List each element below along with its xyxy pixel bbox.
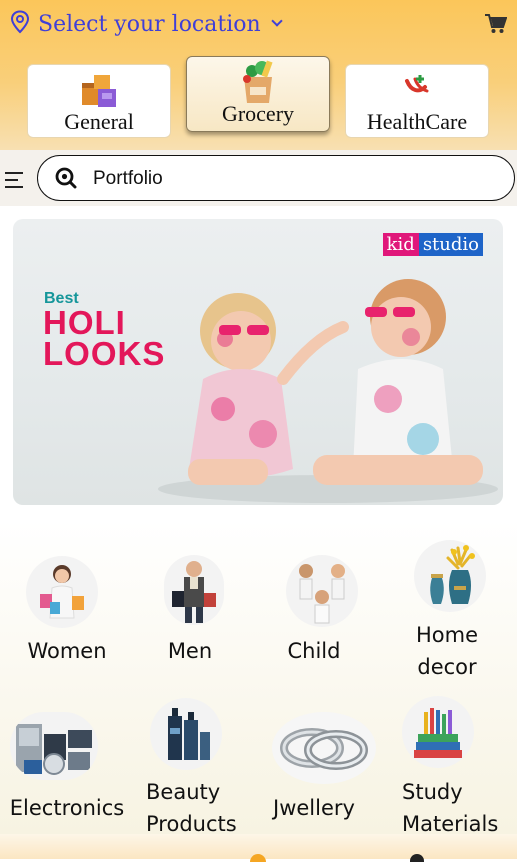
beauty-products-icon [150,698,222,770]
chevron-down-icon [271,15,283,27]
women-shopping-icon [26,556,98,628]
banner-children-illustration [158,279,498,503]
category-home-decor-label: Home decor [415,623,478,679]
category-study-materials-label: Study Materials [402,780,499,836]
location-pin-icon [10,10,30,38]
cart-icon[interactable] [485,14,508,38]
profile-nav-icon[interactable] [410,854,424,862]
location-label: Select your location [38,11,261,37]
search-input-value: Portfolio [93,168,163,189]
healthcare-icon [401,71,433,105]
electronics-icon [10,712,98,780]
home-decor-icon [414,540,486,612]
men-fashion-icon [164,555,224,625]
grocery-bag-icon [236,59,280,109]
tab-healthcare[interactable]: HealthCare [345,64,489,138]
promo-banner[interactable]: kid studio Best HOLI LOOKS [13,219,503,505]
children-icon [286,555,358,627]
tab-healthcare-label: HealthCare [366,109,468,134]
tab-grocery[interactable]: Grocery [186,56,330,132]
category-women-label: Women [27,639,107,663]
search-input[interactable]: Portfolio [37,155,515,201]
category-jwellery-label: Jwellery [273,796,355,820]
category-child-label: Child [287,639,341,663]
tab-general[interactable]: General [27,64,171,138]
hamburger-menu-icon[interactable] [5,172,23,193]
rings-icon [272,712,376,784]
category-electronics-label: Electronics [9,796,125,820]
search-icon [55,167,77,193]
category-men-label: Men [167,639,213,663]
category-beauty-products-label: Beauty Products [146,780,237,836]
books-icon [402,696,474,768]
boxes-icon [78,71,120,115]
location-selector[interactable]: Select your location [10,10,283,38]
